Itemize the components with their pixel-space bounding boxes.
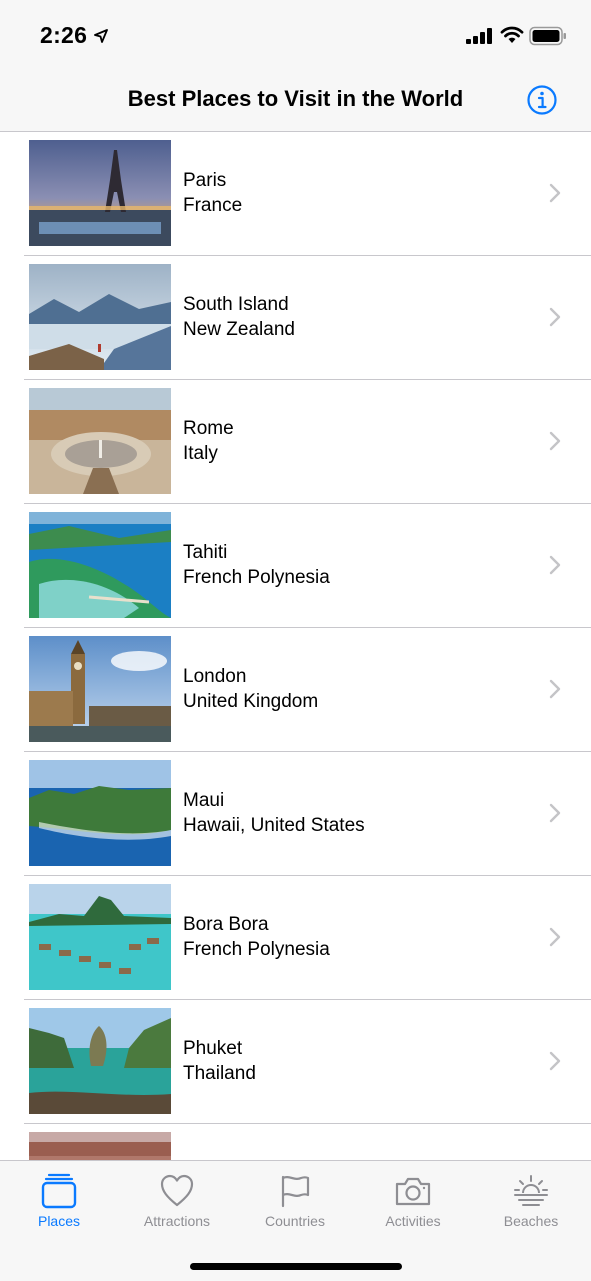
chevron-right-icon <box>549 927 561 947</box>
tab-label: Activities <box>385 1213 441 1229</box>
place-thumbnail <box>29 1132 171 1160</box>
place-location: French Polynesia <box>183 566 330 588</box>
places-icon <box>41 1173 77 1209</box>
place-thumbnail <box>29 388 171 494</box>
tab-activities[interactable]: Activities <box>354 1173 472 1235</box>
place-location: French Polynesia <box>183 938 330 960</box>
info-button[interactable] <box>526 84 558 116</box>
flag-icon <box>281 1175 310 1208</box>
place-name: Bora Bora <box>183 914 269 935</box>
place-name: Tahiti <box>183 542 228 563</box>
place-thumbnail <box>29 884 171 990</box>
chevron-right-icon <box>549 307 561 327</box>
tab-label: Beaches <box>503 1213 559 1229</box>
chevron-right-icon <box>549 679 561 699</box>
tab-label: Places <box>37 1213 81 1229</box>
tab-attractions[interactable]: Attractions <box>118 1173 236 1235</box>
place-thumbnail <box>29 760 171 866</box>
place-name: Maui <box>183 790 225 811</box>
list-item[interactable]: London United Kingdom <box>0 628 591 752</box>
list-item[interactable]: South Island New Zealand <box>0 256 591 380</box>
chevron-right-icon <box>549 1051 561 1071</box>
place-name: Phuket <box>183 1038 243 1059</box>
tab-label: Countries <box>265 1213 325 1229</box>
place-thumbnail <box>29 636 171 742</box>
heart-icon <box>160 1174 194 1207</box>
chevron-right-icon <box>549 555 561 575</box>
tab-label: Attractions <box>143 1213 211 1229</box>
home-indicator-bar <box>190 1263 402 1270</box>
place-thumbnail <box>29 1008 171 1114</box>
list-item[interactable]: Tahiti French Polynesia <box>0 504 591 628</box>
place-location: United Kingdom <box>183 690 319 712</box>
places-list[interactable]: Paris France South Island New Zealand Ro… <box>0 132 591 1160</box>
list-item[interactable]: Phuket Thailand <box>0 1000 591 1124</box>
sunset-icon <box>514 1175 548 1206</box>
place-location: France <box>183 194 243 216</box>
list-item[interactable]: Maui Hawaii, United States <box>0 752 591 876</box>
place-location: Italy <box>183 442 218 464</box>
place-name: South Island <box>183 294 289 315</box>
chevron-right-icon <box>549 431 561 451</box>
list-item[interactable] <box>0 1124 591 1160</box>
tab-countries[interactable]: Countries <box>236 1173 354 1235</box>
status-time: 2:26 <box>40 22 88 48</box>
place-location: New Zealand <box>183 318 295 340</box>
camera-icon <box>395 1177 431 1206</box>
tab-beaches[interactable]: Beaches <box>472 1173 590 1235</box>
page-title: Best Places to Visit in the World <box>127 86 464 111</box>
place-name: Paris <box>183 170 227 191</box>
navigation-bar: Best Places to Visit in the World <box>0 66 591 132</box>
place-thumbnail <box>29 512 171 618</box>
battery-icon <box>529 26 566 46</box>
list-item[interactable]: Paris France <box>0 132 591 256</box>
location-arrow-icon <box>94 29 108 43</box>
list-item[interactable]: Rome Italy <box>0 380 591 504</box>
place-location: Thailand <box>183 1062 256 1084</box>
cellular-signal-icon <box>466 28 492 44</box>
chevron-right-icon <box>549 803 561 823</box>
list-item[interactable]: Bora Bora French Polynesia <box>0 876 591 1000</box>
tab-places[interactable]: Places <box>0 1173 118 1235</box>
place-thumbnail <box>29 264 171 370</box>
place-name: London <box>183 666 247 687</box>
place-thumbnail <box>29 140 171 246</box>
status-bar: 2:26 <box>0 0 591 66</box>
place-location: Hawaii, United States <box>183 814 365 836</box>
wifi-icon <box>500 26 524 43</box>
chevron-right-icon <box>549 183 561 203</box>
place-name: Rome <box>183 418 234 439</box>
